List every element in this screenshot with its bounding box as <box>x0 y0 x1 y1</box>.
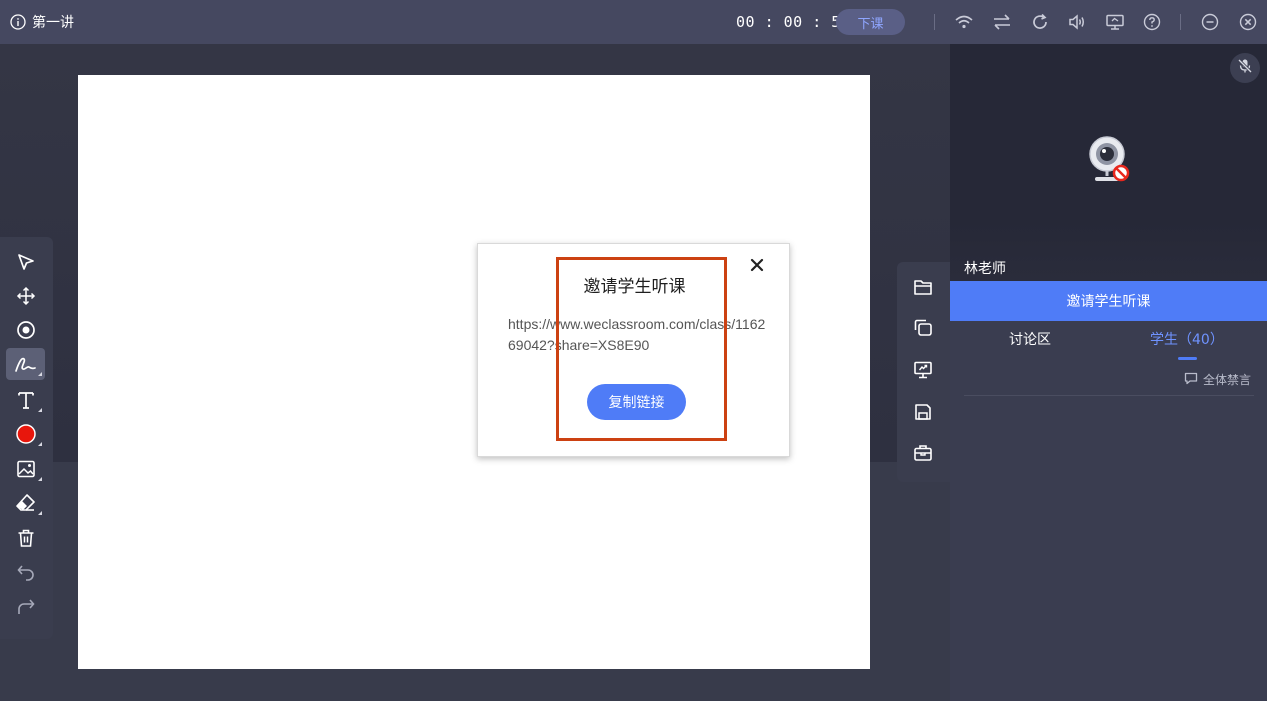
sidebar-divider <box>964 395 1254 396</box>
tool-expand-indicator <box>38 511 42 515</box>
drawing-toolbar <box>0 237 53 639</box>
laser-pointer-button[interactable] <box>6 314 45 346</box>
copy-link-button[interactable]: 复制链接 <box>587 384 686 420</box>
color-icon <box>15 423 37 445</box>
copy-pages-icon <box>913 318 933 342</box>
invite-dialog: 邀请学生听课 https://www.weclassroom.com/class… <box>477 243 790 457</box>
info-icon[interactable] <box>10 14 26 30</box>
toolbar-divider <box>934 14 935 30</box>
move-icon <box>16 286 36 306</box>
clear-board-button[interactable] <box>6 522 45 554</box>
pages-button[interactable] <box>907 314 939 346</box>
minimize-icon[interactable] <box>1199 11 1221 33</box>
image-icon <box>16 459 36 479</box>
tool-expand-indicator <box>38 372 42 376</box>
trash-icon <box>16 528 36 548</box>
class-timer: 00 : 00 : 59 <box>736 13 851 31</box>
pen-icon <box>14 354 38 374</box>
courseware-folder-button[interactable] <box>907 273 939 305</box>
invite-students-button[interactable]: 邀请学生听课 <box>950 281 1267 321</box>
wifi-icon[interactable] <box>953 11 975 33</box>
dialog-close-button[interactable] <box>747 256 767 276</box>
volume-icon[interactable] <box>1066 11 1088 33</box>
tool-expand-indicator <box>38 477 42 481</box>
laser-pointer-icon <box>16 320 36 340</box>
courseware-toolbar <box>897 262 950 482</box>
lesson-title-text: 第一讲 <box>32 15 74 31</box>
tab-students[interactable]: 学生（40） <box>1150 329 1224 353</box>
tab-discussion[interactable]: 讨论区 <box>1009 329 1051 353</box>
redo-button[interactable] <box>6 591 45 623</box>
teacher-name: 林老师 <box>964 261 1006 277</box>
mute-all-label: 全体禁言 <box>1203 373 1252 387</box>
chat-bubble-icon <box>1184 372 1198 388</box>
close-window-icon[interactable] <box>1237 11 1259 33</box>
lesson-title: 第一讲 <box>10 0 74 44</box>
invite-link-text: https://www.weclassroom.com/class/116269… <box>508 316 766 353</box>
select-tool-button[interactable] <box>6 246 45 278</box>
right-sidebar: 林老师 邀请学生听课 讨论区 学生（40） 全体禁言 <box>950 44 1267 701</box>
folder-icon <box>913 278 933 300</box>
move-tool-button[interactable] <box>6 280 45 312</box>
save-icon <box>913 402 933 426</box>
switch-line-icon[interactable] <box>991 11 1013 33</box>
text-tool-button[interactable] <box>6 384 45 416</box>
eraser-icon <box>15 493 37 513</box>
text-icon <box>16 390 36 410</box>
screen-share-icon <box>913 360 933 384</box>
tool-expand-indicator <box>38 442 42 446</box>
screen-icon[interactable] <box>1104 11 1126 33</box>
camera-off-icon <box>1086 135 1132 189</box>
help-icon[interactable] <box>1141 11 1163 33</box>
save-button[interactable] <box>907 398 939 430</box>
refresh-icon[interactable] <box>1029 11 1051 33</box>
screen-share-button[interactable] <box>907 356 939 388</box>
toolbox-icon <box>913 443 933 467</box>
pen-tool-button[interactable] <box>6 348 45 380</box>
undo-icon <box>16 563 36 583</box>
mic-toggle-button[interactable] <box>1230 53 1260 83</box>
dialog-title: 邀请学生听课 <box>583 277 686 297</box>
color-picker-button[interactable] <box>6 418 45 450</box>
image-tool-button[interactable] <box>6 453 45 485</box>
select-arrow-icon <box>16 252 36 272</box>
undo-button[interactable] <box>6 557 45 589</box>
title-bar: 第一讲 00 : 00 : 59 下课 <box>0 0 1267 44</box>
eraser-tool-button[interactable] <box>6 487 45 519</box>
close-icon <box>750 257 764 276</box>
mic-off-icon <box>1237 58 1253 78</box>
end-class-button[interactable]: 下课 <box>836 9 905 35</box>
redo-icon <box>16 597 36 617</box>
tool-expand-indicator <box>38 408 42 412</box>
toolbox-button[interactable] <box>907 439 939 471</box>
toolbar-divider <box>1180 14 1181 30</box>
mute-all-button[interactable]: 全体禁言 <box>1184 371 1251 388</box>
active-tab-indicator <box>1178 357 1197 360</box>
